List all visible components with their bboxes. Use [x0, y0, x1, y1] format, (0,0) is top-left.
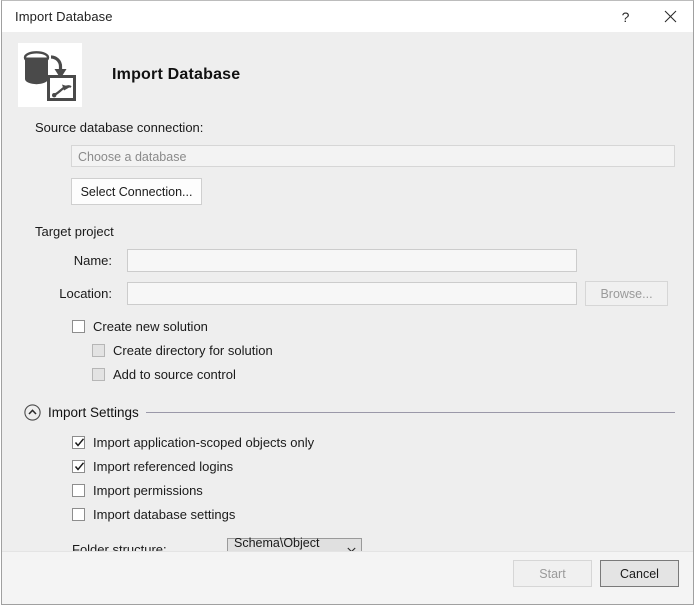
page-title: Import Database — [112, 66, 241, 83]
database-import-icon — [18, 43, 82, 107]
import-permissions-checkbox[interactable] — [72, 484, 85, 497]
create-new-solution-label: Create new solution — [93, 319, 208, 334]
checkmark-icon — [74, 462, 85, 471]
browse-button[interactable]: Browse... — [585, 281, 668, 306]
import-settings-title: Import Settings — [48, 405, 139, 420]
dialog-footer: Start Cancel — [2, 551, 693, 604]
import-permissions-label: Import permissions — [93, 483, 203, 498]
import-logins-checkbox[interactable] — [72, 460, 85, 473]
window-title: Import Database — [15, 9, 113, 24]
import-db-settings-label: Import database settings — [93, 507, 236, 522]
dialog-content: Import Database Source database connecti… — [2, 32, 693, 604]
close-icon — [664, 10, 677, 23]
import-db-settings-checkbox-row[interactable]: Import database settings — [72, 504, 693, 525]
cancel-button[interactable]: Cancel — [600, 560, 679, 587]
dialog-header: Import Database — [2, 32, 693, 107]
window-controls: ? — [603, 1, 693, 32]
project-location-input[interactable] — [127, 282, 577, 305]
project-name-input[interactable] — [127, 249, 577, 272]
import-app-scoped-checkbox-row[interactable]: Import application-scoped objects only — [72, 432, 693, 453]
project-name-label: Name: — [73, 253, 112, 268]
select-connection-button[interactable]: Select Connection... — [71, 178, 202, 205]
title-bar: Import Database ? — [2, 1, 693, 32]
add-source-control-checkbox-row[interactable]: Add to source control — [92, 364, 693, 385]
footer-buttons: Start Cancel — [513, 560, 679, 587]
create-new-solution-checkbox[interactable] — [72, 320, 85, 333]
import-permissions-checkbox-row[interactable]: Import permissions — [72, 480, 693, 501]
chevron-up-icon[interactable] — [24, 404, 41, 421]
create-directory-checkbox-row[interactable]: Create directory for solution — [92, 340, 693, 361]
create-directory-label: Create directory for solution — [113, 343, 273, 358]
checkmark-icon — [74, 438, 85, 447]
import-settings-group-header[interactable]: Import Settings — [2, 404, 693, 421]
import-logins-checkbox-row[interactable]: Import referenced logins — [72, 456, 693, 477]
close-button[interactable] — [648, 1, 693, 32]
import-database-dialog: Import Database ? Import Database Source… — [1, 0, 694, 605]
import-app-scoped-checkbox[interactable] — [72, 436, 85, 449]
database-import-glyph — [18, 43, 82, 107]
start-button[interactable]: Start — [513, 560, 592, 587]
create-directory-checkbox[interactable] — [92, 344, 105, 357]
group-separator — [145, 412, 675, 413]
add-source-control-label: Add to source control — [113, 367, 236, 382]
target-project-label: Target project — [35, 224, 114, 239]
create-new-solution-checkbox-row[interactable]: Create new solution — [72, 316, 693, 337]
import-db-settings-checkbox[interactable] — [72, 508, 85, 521]
add-source-control-checkbox[interactable] — [92, 368, 105, 381]
database-connection-field[interactable]: Choose a database — [71, 145, 675, 167]
help-button[interactable]: ? — [603, 1, 648, 32]
project-location-label: Location: — [59, 286, 112, 301]
import-logins-label: Import referenced logins — [93, 459, 234, 474]
import-app-scoped-label: Import application-scoped objects only — [93, 435, 315, 450]
source-connection-label: Source database connection: — [35, 120, 204, 135]
question-mark-icon: ? — [621, 8, 630, 25]
